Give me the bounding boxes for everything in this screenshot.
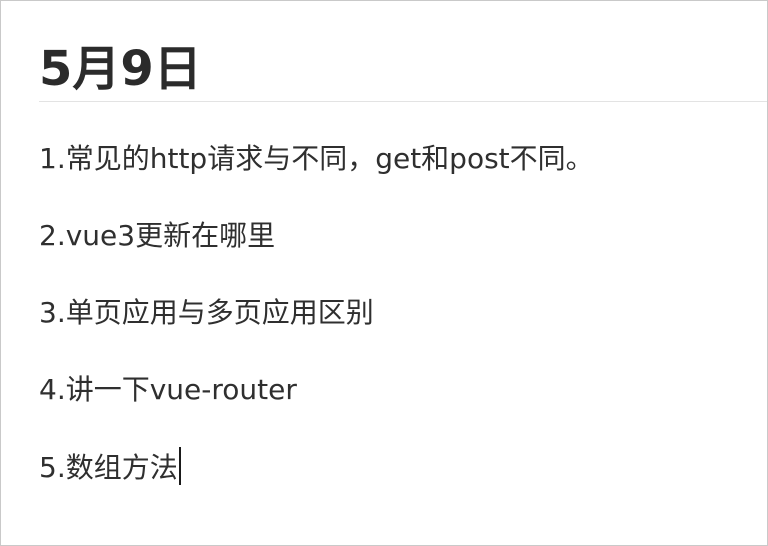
text-line-2[interactable]: 2.vue3更新在哪里 [39,216,594,256]
text-line-3[interactable]: 3.单页应用与多页应用区别 [39,293,594,333]
text-line-1[interactable]: 1.常见的http请求与不同，get和post不同。 [39,139,594,179]
document-editor[interactable]: 5月9日 1.常见的http请求与不同，get和post不同。 2.vue3更新… [39,1,767,545]
text-line-5[interactable]: 5.数组方法 [39,447,594,487]
text-line-4-content: 4.讲一下vue-router [39,373,297,406]
text-line-2-content: 2.vue3更新在哪里 [39,219,276,252]
document-body[interactable]: 1.常见的http请求与不同，get和post不同。 2.vue3更新在哪里 3… [39,139,594,524]
text-line-1-content: 1.常见的http请求与不同，get和post不同。 [39,142,594,175]
page-title[interactable]: 5月9日 [39,39,202,99]
text-line-5-content: 5.数组方法 [39,451,178,484]
text-line-4[interactable]: 4.讲一下vue-router [39,370,594,410]
text-line-3-content: 3.单页应用与多页应用区别 [39,296,374,329]
editor-window: 5月9日 1.常见的http请求与不同，get和post不同。 2.vue3更新… [0,0,768,546]
text-caret [178,447,181,485]
heading-divider [39,101,767,102]
